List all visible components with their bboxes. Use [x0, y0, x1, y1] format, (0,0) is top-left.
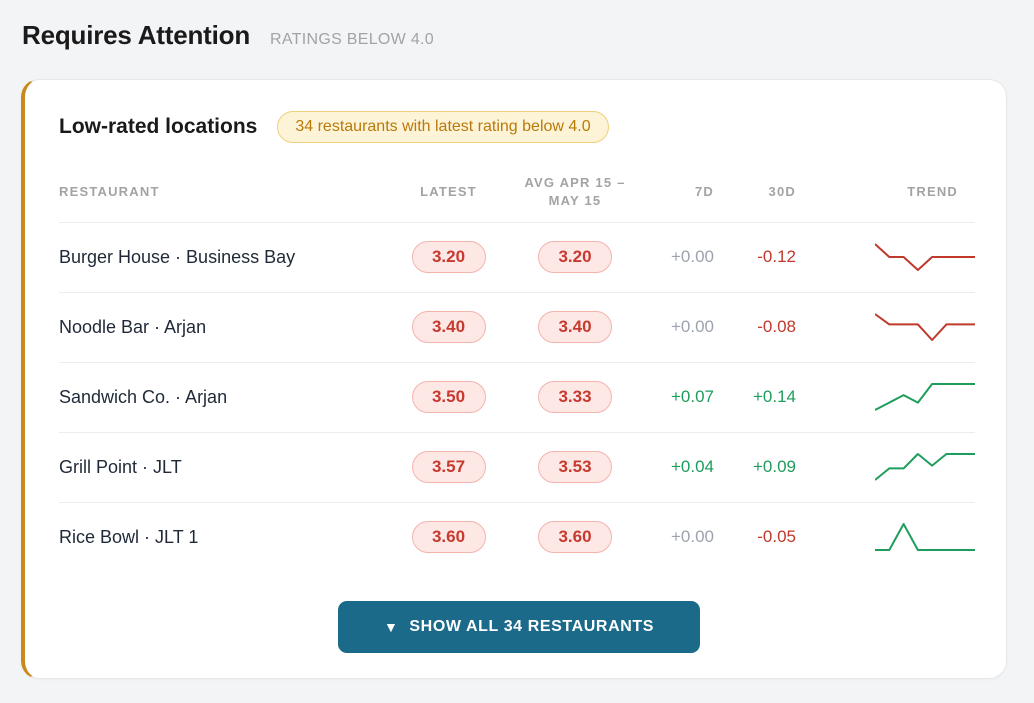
avg-cell: 3.40	[510, 292, 640, 363]
avg-cell: 3.53	[510, 432, 640, 503]
restaurant-name[interactable]: Noodle Bar · Arjan	[59, 317, 206, 337]
delta-7d: +0.07	[640, 362, 714, 433]
col-header-avg[interactable]: AVG APR 15 – MAY 15	[510, 162, 640, 223]
trend-cell	[796, 292, 975, 363]
latest-cell: 3.40	[387, 292, 510, 363]
col-header-restaurant[interactable]: RESTAURANT	[59, 162, 387, 223]
caret-down-icon: ▼	[383, 619, 399, 635]
col-header-latest-label: LATEST	[420, 183, 477, 199]
restaurant-name[interactable]: Sandwich Co. · Arjan	[59, 387, 227, 407]
card-header: Low-rated locations 34 restaurants with …	[59, 111, 609, 143]
delta-7d: +0.00	[640, 292, 714, 363]
latest-rating-badge: 3.57	[411, 451, 486, 483]
delta-7d: +0.04	[640, 432, 714, 503]
restaurant-name[interactable]: Rice Bowl · JLT 1	[59, 527, 198, 547]
delta-30d: +0.09	[714, 432, 796, 503]
table-row[interactable]: Burger House · Business Bay 3.20 3.20 +0.00…	[59, 222, 975, 293]
trend-line	[875, 453, 975, 481]
avg-cell: 3.60	[510, 502, 640, 572]
latest-cell: 3.60	[387, 502, 510, 572]
delta-7d: +0.00	[640, 222, 714, 293]
table-row[interactable]: Rice Bowl · JLT 1 3.60 3.60 +0.00 -0.05	[59, 502, 975, 572]
col-header-latest[interactable]: LATEST	[387, 162, 510, 223]
restaurant-name[interactable]: Grill Point · JLT	[59, 457, 182, 477]
latest-rating-badge: 3.40	[411, 311, 486, 343]
low-rated-table: RESTAURANT LATEST AVG APR 15 – MAY 15 7D…	[59, 162, 975, 572]
trend-sparkline	[875, 453, 975, 481]
restaurant-cell: Noodle Bar · Arjan	[59, 292, 387, 363]
section-header: Requires Attention RATINGS BELOW 4.0	[22, 20, 434, 51]
col-header-avg-line2: MAY 15	[548, 192, 602, 208]
latest-cell: 3.57	[387, 432, 510, 503]
delta-30d: -0.12	[714, 222, 796, 293]
table-row[interactable]: Sandwich Co. · Arjan 3.50 3.33 +0.07 +0.14	[59, 362, 975, 433]
section-title: Requires Attention	[22, 20, 251, 50]
avg-cell: 3.33	[510, 362, 640, 433]
col-header-trend: TREND	[796, 162, 975, 223]
trend-line	[875, 523, 975, 552]
trend-cell	[796, 362, 975, 433]
low-rated-locations-card: Low-rated locations 34 restaurants with …	[21, 79, 1007, 679]
show-all-restaurants-button[interactable]: ▼ SHOW ALL 34 RESTAURANTS	[338, 601, 700, 653]
col-header-trend-label: TREND	[907, 183, 958, 199]
trend-line	[875, 383, 975, 411]
table-row[interactable]: Noodle Bar · Arjan 3.40 3.40 +0.00 -0.08	[59, 292, 975, 363]
latest-rating-badge: 3.50	[411, 381, 486, 413]
show-all-label: SHOW ALL 34 RESTAURANTS	[409, 618, 655, 635]
trend-cell	[796, 432, 975, 503]
restaurant-count-badge: 34 restaurants with latest rating below …	[277, 111, 609, 143]
latest-rating-badge: 3.20	[411, 241, 486, 273]
latest-cell: 3.20	[387, 222, 510, 293]
table-row[interactable]: Grill Point · JLT 3.57 3.53 +0.04 +0.09	[59, 432, 975, 503]
delta-30d: -0.05	[757, 527, 796, 547]
trend-cell	[796, 222, 975, 293]
table-header-row: RESTAURANT LATEST AVG APR 15 – MAY 15 7D…	[59, 162, 975, 223]
restaurant-cell: Grill Point · JLT	[59, 432, 387, 503]
trend-line	[875, 313, 975, 341]
delta-30d: +0.14	[714, 362, 796, 433]
col-header-avg-line1: AVG APR 15 –	[524, 174, 626, 190]
restaurant-cell: Sandwich Co. · Arjan	[59, 362, 387, 433]
avg-rating-badge: 3.20	[538, 241, 612, 273]
requires-attention-page: Requires Attention RATINGS BELOW 4.0 Low…	[0, 0, 1034, 703]
avg-rating-badge: 3.53	[538, 451, 612, 483]
trend-sparkline	[875, 243, 975, 271]
avg-rating-badge: 3.60	[538, 521, 612, 554]
col-header-7d[interactable]: 7D	[640, 162, 714, 223]
card-title: Low-rated locations	[59, 115, 258, 138]
col-header-30d[interactable]: 30D	[714, 162, 796, 223]
latest-rating-badge: 3.60	[411, 521, 486, 554]
trend-sparkline	[875, 313, 975, 341]
delta-7d: +0.00	[670, 527, 714, 547]
restaurant-cell: Burger House · Business Bay	[59, 222, 387, 293]
avg-cell: 3.20	[510, 222, 640, 293]
latest-cell: 3.50	[387, 362, 510, 433]
avg-rating-badge: 3.40	[538, 311, 612, 343]
trend-line	[875, 243, 975, 271]
restaurant-cell: Rice Bowl · JLT 1	[59, 502, 387, 572]
delta-30d: -0.08	[714, 292, 796, 363]
restaurant-name[interactable]: Burger House · Business Bay	[59, 247, 295, 267]
section-subtitle: RATINGS BELOW 4.0	[270, 31, 434, 48]
trend-sparkline	[875, 523, 975, 552]
trend-sparkline	[875, 383, 975, 411]
avg-rating-badge: 3.33	[538, 381, 612, 413]
trend-cell	[796, 502, 975, 572]
